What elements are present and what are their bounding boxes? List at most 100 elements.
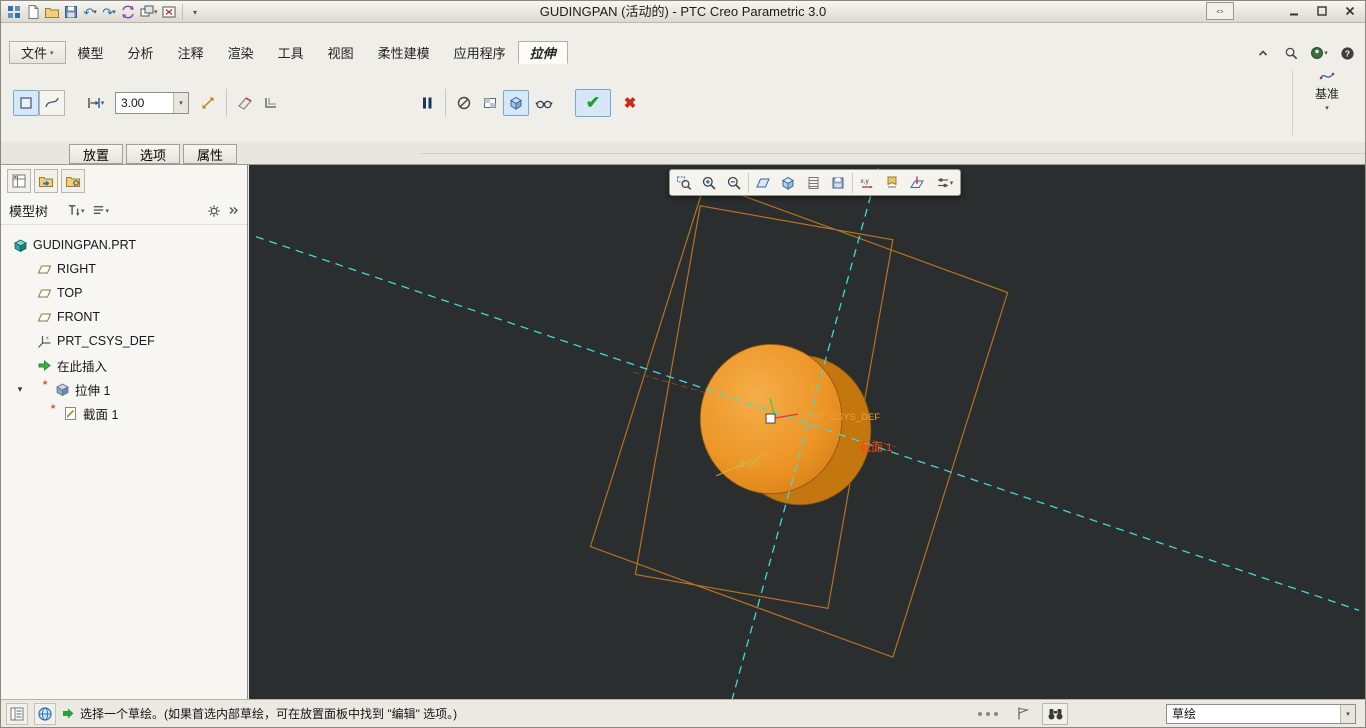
modified-asterisk-icon: * bbox=[43, 379, 48, 391]
cancel-button[interactable]: ✖ bbox=[616, 89, 644, 117]
close-window-button[interactable] bbox=[160, 3, 178, 21]
pause-icon bbox=[423, 97, 432, 109]
ok-button[interactable]: ✔ bbox=[575, 89, 611, 117]
tree-item-front-plane[interactable]: FRONT bbox=[1, 305, 247, 329]
tree-item-section[interactable]: * 截面 1 bbox=[1, 401, 247, 425]
folder-settings-button[interactable] bbox=[61, 169, 85, 193]
customize-quick-access-button[interactable]: ▾ bbox=[187, 3, 205, 21]
measure-button[interactable]: x,y bbox=[855, 171, 879, 194]
csys-icon: x bbox=[38, 335, 51, 348]
panel-options-button[interactable] bbox=[227, 205, 239, 217]
selection-filter-dropdown-button[interactable]: ▾ bbox=[1340, 704, 1355, 723]
zoom-in-button[interactable] bbox=[697, 171, 721, 194]
attached-preview-button[interactable] bbox=[477, 90, 503, 116]
open-file-button[interactable] bbox=[43, 3, 61, 21]
maximize-icon bbox=[1317, 6, 1327, 16]
depth-type-button[interactable]: ▾ bbox=[79, 90, 111, 116]
selection-filter-value[interactable]: 草绘 bbox=[1167, 705, 1340, 722]
tree-item-csys[interactable]: x PRT_CSYS_DEF bbox=[1, 329, 247, 353]
tab-tools[interactable]: 工具 bbox=[266, 41, 316, 64]
pause-button[interactable] bbox=[414, 90, 440, 116]
datum-group-button[interactable]: 基准 ▾ bbox=[1299, 69, 1355, 112]
model-tree-toggle-button[interactable] bbox=[6, 702, 28, 725]
tree-item-insert-here[interactable]: 在此插入 bbox=[1, 353, 247, 377]
verify-button[interactable] bbox=[529, 90, 559, 116]
minimize-button[interactable] bbox=[1282, 2, 1306, 20]
model-tree-list: GUDINGPAN.PRT RIGHT TOP FRONT x PRT_CSYS… bbox=[1, 225, 247, 425]
view-normal-icon bbox=[910, 176, 924, 188]
no-preview-button[interactable] bbox=[451, 90, 477, 116]
annotations-button[interactable] bbox=[880, 171, 904, 194]
view-normal-button[interactable] bbox=[905, 171, 929, 194]
help-button[interactable]: ? bbox=[1337, 43, 1357, 63]
quick-access-toolbar: ↶ ▾ ↷ ▾ ▾ ▾ bbox=[5, 1, 205, 23]
tree-item-extrude[interactable]: ▾ * 拉伸 1 bbox=[1, 377, 247, 401]
view-options-button[interactable]: ▾ bbox=[930, 171, 958, 194]
tree-settings-button[interactable] bbox=[207, 204, 221, 218]
tab-view[interactable]: 视图 bbox=[316, 41, 366, 64]
tab-analysis[interactable]: 分析 bbox=[116, 41, 166, 64]
tree-item-top-plane[interactable]: TOP bbox=[1, 281, 247, 305]
tab-render[interactable]: 渲染 bbox=[216, 41, 266, 64]
section-button[interactable] bbox=[801, 171, 825, 194]
save-button[interactable] bbox=[62, 3, 80, 21]
fullscreen-toggle-button[interactable]: ⇔ bbox=[1206, 2, 1234, 20]
status-message-area: 选择一个草绘。(如果首选内部草绘，可在放置面板中找到 "编辑" 选项。) bbox=[62, 705, 457, 722]
find-in-model-button[interactable] bbox=[1042, 702, 1068, 725]
tree-item-right-plane[interactable]: RIGHT bbox=[1, 257, 247, 281]
new-file-button[interactable] bbox=[24, 3, 42, 21]
tree-display-button[interactable]: ▾ bbox=[91, 203, 109, 218]
flip-direction-button[interactable] bbox=[195, 90, 221, 116]
maximize-button[interactable] bbox=[1310, 2, 1334, 20]
undo-button[interactable]: ↶ ▾ bbox=[81, 3, 99, 21]
regenerate-button[interactable] bbox=[119, 3, 137, 21]
tab-flexible-modeling[interactable]: 柔性建模 bbox=[366, 41, 442, 64]
tree-columns-button[interactable] bbox=[7, 169, 31, 193]
tab-properties[interactable]: 属性 bbox=[183, 144, 237, 164]
section-label[interactable]: 截面 1 bbox=[860, 440, 893, 454]
selection-filter-combobox[interactable]: 草绘 ▾ bbox=[1166, 703, 1356, 724]
tree-item-part[interactable]: GUDINGPAN.PRT bbox=[1, 233, 247, 257]
flag-button[interactable] bbox=[1016, 706, 1030, 721]
graphics-area[interactable]: x,y ▾ 3.00 PRT_CSYS_DEF 截面 1 bbox=[249, 165, 1365, 699]
csys-label[interactable]: PRT_CSYS_DEF bbox=[806, 412, 880, 423]
minimize-ribbon-button[interactable] bbox=[1253, 43, 1273, 63]
selection-buffer-button[interactable] bbox=[972, 707, 1004, 720]
tab-file[interactable]: 文件 ▾ bbox=[9, 41, 66, 64]
collapse-arrow-icon[interactable]: ▾ bbox=[15, 384, 25, 395]
depth-value[interactable]: 3.00 bbox=[116, 96, 173, 110]
web-browser-toggle-button[interactable] bbox=[34, 702, 56, 725]
app-menu-button[interactable] bbox=[5, 3, 23, 21]
zoom-region-button[interactable] bbox=[672, 171, 696, 194]
close-button[interactable] bbox=[1338, 2, 1362, 20]
zoom-out-button[interactable] bbox=[722, 171, 746, 194]
solid-toggle-button[interactable] bbox=[13, 90, 39, 116]
depth-value-dropdown-button[interactable]: ▾ bbox=[173, 93, 188, 113]
redo-button[interactable]: ↷ ▾ bbox=[100, 3, 118, 21]
capture-button[interactable] bbox=[826, 171, 850, 194]
model-viewport[interactable]: 3.00 PRT_CSYS_DEF 截面 1 bbox=[249, 165, 1365, 699]
depth-dimension-label[interactable]: 3.00 bbox=[738, 458, 759, 470]
depth-value-combobox[interactable]: 3.00 ▾ bbox=[115, 92, 189, 114]
close-window-icon bbox=[162, 6, 176, 18]
folder-history-button[interactable] bbox=[34, 169, 58, 193]
display-style-button[interactable] bbox=[776, 171, 800, 194]
tab-annotate[interactable]: 注释 bbox=[166, 41, 216, 64]
search-button[interactable] bbox=[1281, 43, 1301, 63]
attached-preview-icon bbox=[484, 98, 496, 108]
surface-toggle-button[interactable] bbox=[39, 90, 65, 116]
thicken-sketch-button[interactable] bbox=[258, 90, 284, 116]
shaded-preview-button[interactable] bbox=[503, 90, 529, 116]
tab-placement[interactable]: 放置 bbox=[69, 144, 123, 164]
window-controls: ⇔ bbox=[1206, 2, 1362, 20]
tree-filter-button[interactable]: ▾ bbox=[66, 203, 85, 218]
tab-model[interactable]: 模型 bbox=[66, 41, 116, 64]
window-arrange-button[interactable]: ▾ bbox=[138, 3, 159, 21]
tab-applications[interactable]: 应用程序 bbox=[442, 41, 518, 64]
tab-options[interactable]: 选项 bbox=[126, 144, 180, 164]
reorient-button[interactable] bbox=[751, 171, 775, 194]
tab-extrude[interactable]: 拉伸 bbox=[517, 41, 568, 64]
remove-material-button[interactable] bbox=[232, 90, 258, 116]
depth-drag-handle[interactable] bbox=[765, 413, 776, 424]
presence-button[interactable]: ▾ bbox=[1309, 43, 1329, 63]
